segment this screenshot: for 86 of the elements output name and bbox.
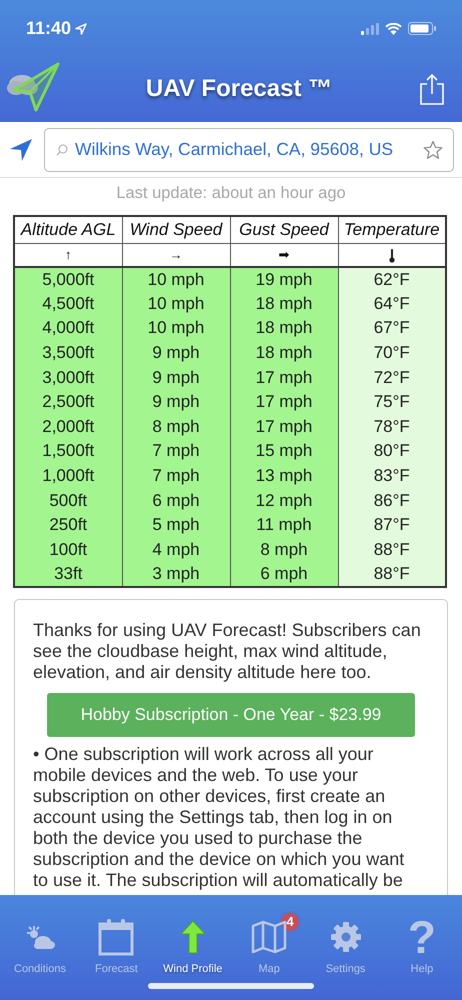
table-cell: 3,000ft [14,365,122,390]
help-icon: ? [408,917,436,957]
app-title: UAV Forecast ™ [146,74,332,104]
tab-item[interactable]: Forecast [80,911,152,978]
search-icon [56,144,68,156]
table-cell: 62°F [338,267,446,292]
table-cell: 18 mph [230,316,338,341]
table-cell: 67°F [338,316,446,341]
table-cell: 4,500ft [14,292,122,316]
arrow-icon: ➡ [278,247,290,262]
table-cell: 6 mph [122,488,230,513]
map-icon [251,920,288,954]
table-cell: 1,500ft [14,439,122,464]
table-cell: 18 mph [230,340,338,366]
status-time: 11:40 [26,17,72,40]
table-cell: 80°F [338,439,446,464]
up-arrow-icon [178,919,207,955]
table-cell: 6 mph [230,562,338,587]
subscription-intro-text: Thanks for using UAV Forecast! Subscribers can see the cloudbase height, max wind altitude, elevation, and air density altitude here too. [33,620,422,683]
table-cell: 64°F [338,292,446,316]
table-cell: 10 mph [122,316,230,341]
table-cell: 13 mph [230,464,338,488]
table-cell: 17 mph [230,365,338,390]
column-header: Altitude AGL [14,216,122,243]
share-button[interactable] [418,72,446,106]
wifi-icon [385,22,402,34]
table-cell: 2,500ft [14,390,122,415]
battery-icon [408,22,436,35]
table-cell: 70°F [338,340,446,366]
table-cell: 10 mph [122,292,230,316]
table-cell: 75°F [338,390,446,415]
table-cell: 2,000ft [14,414,122,440]
table-cell: 9 mph [122,340,230,366]
table-cell: 8 mph [230,538,338,562]
table-cell: 3 mph [122,562,230,587]
table-cell: 88°F [338,538,446,562]
table-cell: 15 mph [230,439,338,464]
table-cell: 3,500ft [14,340,122,366]
tab-item[interactable]: Wind Profile [156,911,229,978]
table-cell: 7 mph [122,464,230,488]
table-cell: 250ft [14,512,122,538]
search-field[interactable]: Wilkins Way, Carmichael, CA, 95608, US [44,128,454,172]
table-cell: 4,000ft [14,316,122,341]
tab-item[interactable]: Conditions [4,911,76,978]
last-update-text: Last update: about an hour ago [115,182,347,204]
table-cell: 83°F [338,464,446,488]
subscription-button[interactable]: Hobby Subscription - One Year - $23.99 [47,692,415,737]
table-cell: 500ft [14,488,122,513]
table-cell: 12 mph [230,488,338,513]
signal-icon [361,22,379,34]
column-header: Gust Speed [230,216,338,243]
table-cell: 78°F [338,414,446,440]
table-cell: 8 mph [122,414,230,440]
tab-item[interactable]: 4 Map [233,911,306,978]
locate-button[interactable] [8,136,34,162]
table-cell: 19 mph [230,267,338,292]
table-cell: 5 mph [122,512,230,538]
subscription-note-text: • One subscription will work across all your mobile devices and the web. To use your subscription on other devices, first create an account using the Settings tab, then log in on both the device you used to purchase the subscription and the device on which you want to use it. The subscription will automatically be [33,744,406,891]
table-cell: 9 mph [122,365,230,390]
table-cell: 9 mph [122,390,230,415]
tab-item[interactable]: Settings [310,911,382,978]
table-cell: 5,000ft [14,267,122,292]
column-header: Wind Speed [122,216,230,243]
table-cell: 72°F [338,365,446,390]
tab-item[interactable]: ? Help [386,911,458,978]
table-cell: 1,000ft [14,464,122,488]
thermometer-icon [388,248,395,263]
table-cell: 87°F [338,512,446,538]
table-cell: 33ft [14,562,122,587]
table-cell: 17 mph [230,414,338,440]
table-cell: 86°F [338,488,446,513]
arrow-icon: ↑ [65,247,72,262]
notification-badge: 4 [279,911,302,933]
table-cell: 4 mph [122,538,230,562]
table-cell: 88°F [338,562,446,587]
table-cell: 7 mph [122,439,230,464]
table-cell: 11 mph [230,512,338,538]
table-cell: 10 mph [122,267,230,292]
arrow-icon: → [170,247,182,262]
table-cell: 18 mph [230,292,338,316]
table-cell: 17 mph [230,390,338,415]
favorite-star-button[interactable] [422,138,444,160]
table-cell: 100ft [14,538,122,562]
calendar-icon [98,918,134,956]
location-arrow-icon [75,22,88,34]
gear-icon [330,921,362,953]
